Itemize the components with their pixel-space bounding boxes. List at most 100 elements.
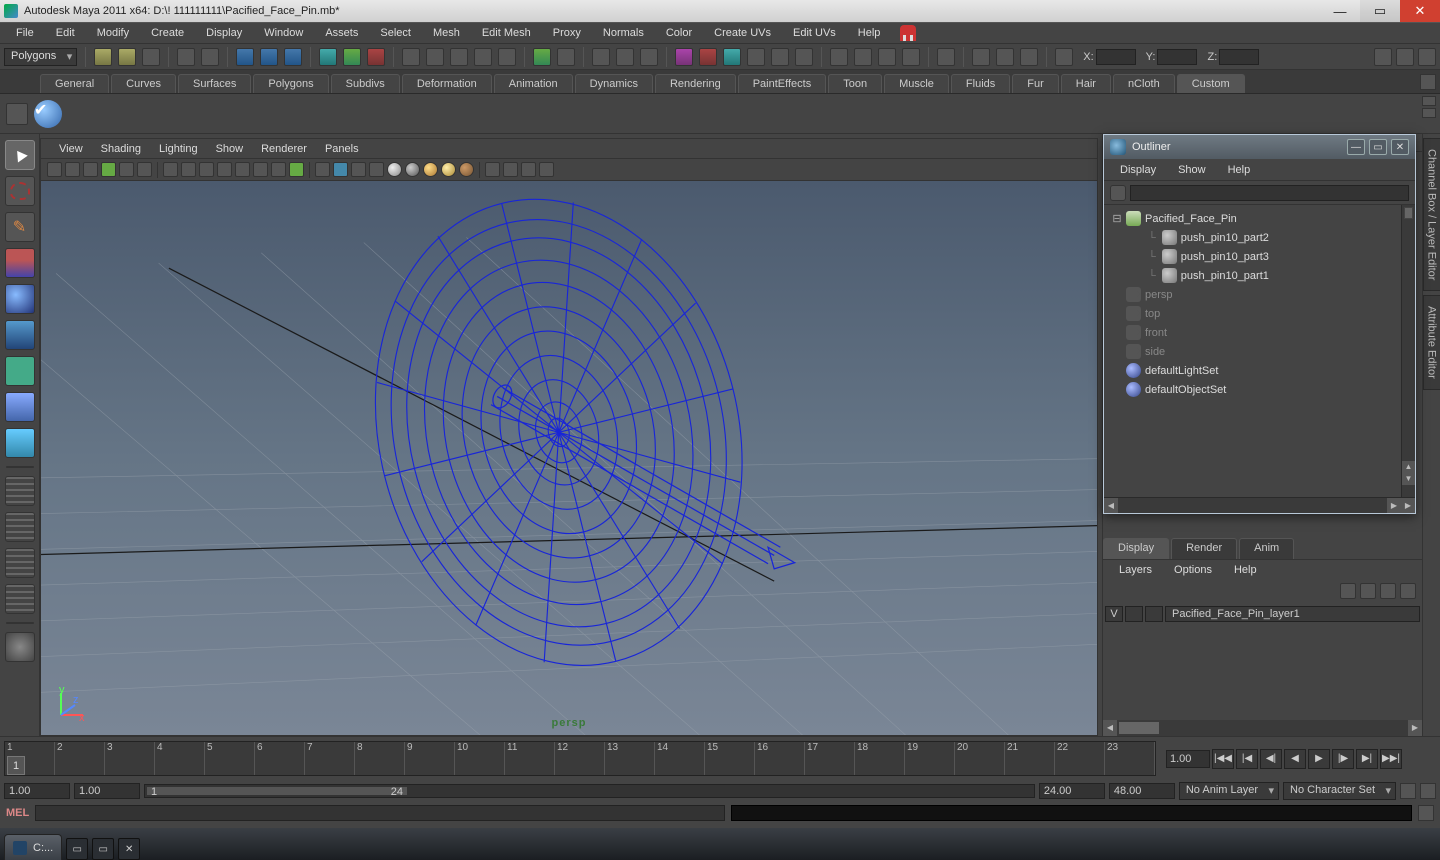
- sidebar-toggle-3[interactable]: [1418, 48, 1436, 66]
- vp-safe-action-icon[interactable]: [235, 162, 250, 177]
- time-tick[interactable]: 15: [705, 742, 755, 775]
- four-view-layout[interactable]: [5, 512, 35, 542]
- outliner-titlebar[interactable]: Outliner — ▭ ✕: [1104, 135, 1415, 159]
- step-back-key-button[interactable]: |◀: [1236, 749, 1258, 769]
- layer-type-toggle[interactable]: [1125, 606, 1143, 622]
- shelf-tab-surfaces[interactable]: Surfaces: [178, 74, 251, 93]
- menu-edit-uvs[interactable]: Edit UVs: [783, 25, 846, 41]
- outliner-search-input[interactable]: [1130, 185, 1409, 201]
- snap-grid-button[interactable]: [402, 48, 420, 66]
- sidebar-toggle-2[interactable]: [1396, 48, 1414, 66]
- vp-safe-title-icon[interactable]: [253, 162, 268, 177]
- vp-ssao-icon[interactable]: [405, 162, 420, 177]
- layer-hscroll-right[interactable]: ▶: [1408, 720, 1422, 736]
- paint-select-button[interactable]: [284, 48, 302, 66]
- center-pivot-button[interactable]: [878, 48, 896, 66]
- vp-smooth-shade-icon[interactable]: [289, 162, 304, 177]
- time-tick[interactable]: 3: [105, 742, 155, 775]
- outliner-hscroll-left[interactable]: ◀: [1104, 498, 1118, 513]
- delete-history-button[interactable]: [902, 48, 920, 66]
- outliner-hscrollbar[interactable]: ◀ ▶ ▶: [1104, 497, 1415, 513]
- step-forward-button[interactable]: |▶: [1332, 749, 1354, 769]
- vp-field-chart-icon[interactable]: [217, 162, 232, 177]
- cmd-input[interactable]: [35, 805, 724, 821]
- vp-use-lights-icon[interactable]: [351, 162, 366, 177]
- script-button[interactable]: [1020, 48, 1038, 66]
- snap-curve-button[interactable]: [426, 48, 444, 66]
- outliner-maximize-button[interactable]: ▭: [1369, 139, 1387, 155]
- last-tool[interactable]: [5, 632, 35, 662]
- vp-bookmark-icon[interactable]: [65, 162, 80, 177]
- menu-normals[interactable]: Normals: [593, 25, 654, 41]
- auto-key-button[interactable]: [1400, 783, 1416, 799]
- layer-tab-display[interactable]: Display: [1103, 538, 1169, 559]
- outliner-row[interactable]: ⊟Pacified_Face_Pin: [1106, 209, 1413, 228]
- shelf-tab-animation[interactable]: Animation: [494, 74, 573, 93]
- time-tick[interactable]: 4: [155, 742, 205, 775]
- menu-file[interactable]: File: [6, 25, 44, 41]
- snap-magnet-icon[interactable]: [900, 25, 916, 41]
- outliner-hscroll-right[interactable]: ▶: [1387, 498, 1401, 513]
- outliner-row[interactable]: └push_pin10_part1: [1106, 266, 1413, 285]
- outliner-row[interactable]: └push_pin10_part3: [1106, 247, 1413, 266]
- anim-layer-selector[interactable]: No Anim Layer: [1179, 782, 1279, 800]
- layer-menu-help[interactable]: Help: [1224, 562, 1267, 578]
- time-current-marker[interactable]: 1: [7, 756, 25, 775]
- menu-assets[interactable]: Assets: [315, 25, 368, 41]
- vp-grid-icon[interactable]: [137, 162, 152, 177]
- construction-history-button[interactable]: [830, 48, 848, 66]
- taskbar-btn-2[interactable]: ▭: [92, 838, 114, 860]
- vp-res-gate-icon[interactable]: [181, 162, 196, 177]
- layer-hscroll-track[interactable]: [1117, 720, 1408, 736]
- shelf-tab-hair[interactable]: Hair: [1061, 74, 1111, 93]
- time-tick[interactable]: 23: [1105, 742, 1155, 775]
- layer-row[interactable]: VPacified_Face_Pin_layer1: [1105, 604, 1420, 624]
- menu-window[interactable]: Window: [254, 25, 313, 41]
- side-tab-channel-box[interactable]: Channel Box / Layer Editor: [1423, 138, 1440, 291]
- scale-button[interactable]: [367, 48, 385, 66]
- dope-button[interactable]: [795, 48, 813, 66]
- shelf-tab-polygons[interactable]: Polygons: [253, 74, 328, 93]
- paint-select-tool[interactable]: ✎: [5, 212, 35, 242]
- time-tick[interactable]: 12: [555, 742, 605, 775]
- play-back-button[interactable]: ◀: [1284, 749, 1306, 769]
- layer-moveup-button[interactable]: [1340, 583, 1356, 599]
- time-tick[interactable]: 13: [605, 742, 655, 775]
- vp-image-plane-icon[interactable]: [83, 162, 98, 177]
- menu-select[interactable]: Select: [370, 25, 421, 41]
- time-ruler[interactable]: 1234567891011121314151617181920212223 1: [4, 741, 1156, 776]
- vp-shadows-icon[interactable]: [369, 162, 384, 177]
- shelf-custom-icon[interactable]: ✔: [34, 100, 62, 128]
- outliner-menu-help[interactable]: Help: [1218, 162, 1261, 178]
- vp-isolate-icon[interactable]: [485, 162, 500, 177]
- outliner-tree[interactable]: ⊟Pacified_Face_Pin└push_pin10_part2└push…: [1104, 205, 1415, 497]
- menuset-selector[interactable]: Polygons: [4, 48, 77, 66]
- outliner-button[interactable]: [747, 48, 765, 66]
- relationship-button[interactable]: [723, 48, 741, 66]
- vp-menu-lighting[interactable]: Lighting: [151, 141, 206, 157]
- save-scene-button[interactable]: [142, 48, 160, 66]
- outliner-filter-icon[interactable]: [1110, 185, 1126, 201]
- window-close-button[interactable]: ✕: [1400, 0, 1440, 22]
- go-end-button[interactable]: ▶▶|: [1380, 749, 1402, 769]
- shelf-tab-curves[interactable]: Curves: [111, 74, 176, 93]
- taskbar-btn-1[interactable]: ▭: [66, 838, 88, 860]
- vp-wire-shaded-icon[interactable]: [315, 162, 330, 177]
- sidebar-toggle-1[interactable]: [1374, 48, 1392, 66]
- layer-hscroll-thumb[interactable]: [1119, 722, 1159, 734]
- menu-color[interactable]: Color: [656, 25, 702, 41]
- layer-menu-options[interactable]: Options: [1164, 562, 1222, 578]
- time-tick[interactable]: 21: [1005, 742, 1055, 775]
- vp-menu-show[interactable]: Show: [208, 141, 252, 157]
- shelf-tab-muscle[interactable]: Muscle: [884, 74, 949, 93]
- ipr-button[interactable]: [616, 48, 634, 66]
- menu-modify[interactable]: Modify: [87, 25, 139, 41]
- universal-manip-tool[interactable]: [5, 356, 35, 386]
- range-slider[interactable]: 1 24: [144, 784, 1035, 798]
- shelf-tab-general[interactable]: General: [40, 74, 109, 93]
- layer-color-swatch[interactable]: [1145, 606, 1163, 622]
- menu-proxy[interactable]: Proxy: [543, 25, 591, 41]
- shelf-tab-fur[interactable]: Fur: [1012, 74, 1059, 93]
- cmd-lang-label[interactable]: MEL: [6, 807, 29, 819]
- taskbar-btn-close[interactable]: ✕: [118, 838, 140, 860]
